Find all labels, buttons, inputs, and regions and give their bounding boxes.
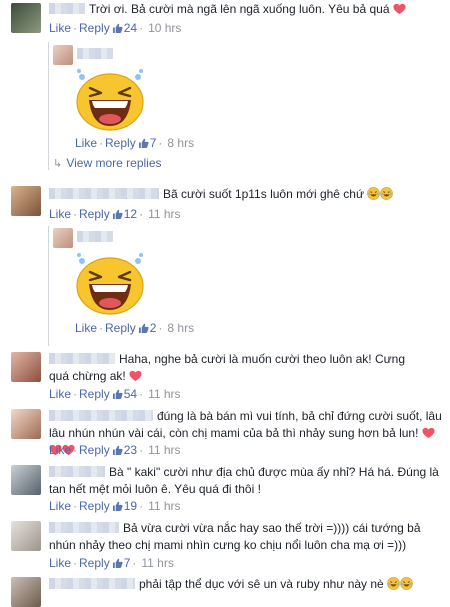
like-link[interactable]: Like xyxy=(49,387,71,401)
thumbs-up-icon xyxy=(112,501,123,511)
comment-text: Trời ơi. Bả cười mà ngã lên ngã xuống lu… xyxy=(89,2,390,16)
comment-text: Bã cười suốt 1p11s luôn mới ghê chứ xyxy=(163,187,365,201)
avatar[interactable] xyxy=(53,45,73,65)
comment-text: phải tập thể dục với sê un và ruby như n… xyxy=(139,577,384,591)
like-link[interactable]: Like xyxy=(49,21,71,35)
laughing-emoji-icon xyxy=(380,187,393,200)
like-link[interactable]: Like xyxy=(75,136,97,150)
commenter-name[interactable] xyxy=(77,48,113,59)
avatar[interactable] xyxy=(11,186,41,216)
timestamp[interactable]: 11 hrs xyxy=(148,443,180,457)
heart-emoji-icon xyxy=(393,3,406,15)
reply-link[interactable]: Reply xyxy=(79,21,110,35)
comment-actions: Like · Reply 54 · 11 hrs xyxy=(49,387,181,401)
avatar[interactable] xyxy=(11,409,41,439)
separator: · xyxy=(99,321,104,335)
separator: · xyxy=(73,207,78,221)
comment-actions: Like · Reply 24 · 10 hrs xyxy=(49,21,181,35)
separator: · xyxy=(158,136,163,150)
reply-link[interactable]: Reply xyxy=(79,387,110,401)
thumbs-up-icon xyxy=(138,323,149,333)
timestamp[interactable]: 8 hrs xyxy=(167,136,194,150)
separator: · xyxy=(73,443,78,457)
reply-thread-line xyxy=(48,226,49,346)
comment-actions: Like · Reply 7 · 11 hrs xyxy=(49,556,174,570)
separator: · xyxy=(139,443,144,457)
commenter-name[interactable] xyxy=(49,353,115,364)
like-count[interactable]: 23 xyxy=(124,443,137,457)
timestamp[interactable]: 11 hrs xyxy=(141,556,173,570)
avatar[interactable] xyxy=(11,3,41,33)
commenter-name[interactable] xyxy=(77,231,113,242)
like-count[interactable]: 12 xyxy=(124,207,137,221)
commenter-name[interactable] xyxy=(49,578,135,589)
commenter-name[interactable] xyxy=(49,410,153,421)
like-link[interactable]: Like xyxy=(75,321,97,335)
separator: · xyxy=(139,499,144,513)
comment-actions: Like · Reply 12 · 11 hrs xyxy=(49,207,181,221)
separator: · xyxy=(73,556,78,570)
reply-link[interactable]: Reply xyxy=(105,321,136,335)
thumbs-up-icon xyxy=(112,558,123,568)
reply-thread-line xyxy=(48,42,49,170)
laughing-emoji-icon xyxy=(367,187,380,200)
thumbs-up-icon xyxy=(112,209,123,219)
like-count[interactable]: 24 xyxy=(124,21,137,35)
like-link[interactable]: Like xyxy=(49,499,71,513)
avatar[interactable] xyxy=(11,577,41,607)
timestamp[interactable]: 11 hrs xyxy=(148,207,180,221)
reply-link[interactable]: Reply xyxy=(79,207,110,221)
thumbs-up-icon xyxy=(138,138,149,148)
thumbs-up-icon xyxy=(112,23,123,33)
laughing-emoji-icon xyxy=(400,577,413,590)
like-link[interactable]: Like xyxy=(49,556,71,570)
reply-link[interactable]: Reply xyxy=(105,136,136,150)
comment-text: Bà " kaki" cười như địa chủ được mùa ấy … xyxy=(49,465,439,496)
separator: · xyxy=(73,21,78,35)
separator: · xyxy=(99,136,104,150)
timestamp[interactable]: 10 hrs xyxy=(148,21,181,35)
separator: · xyxy=(139,21,144,35)
separator: · xyxy=(73,387,78,401)
comment-actions: Like · Reply 19 · 11 hrs xyxy=(49,499,181,513)
separator: · xyxy=(139,387,144,401)
commenter-name[interactable] xyxy=(49,466,105,477)
heart-emoji-icon xyxy=(129,370,142,382)
avatar[interactable] xyxy=(11,465,41,495)
timestamp[interactable]: 11 hrs xyxy=(148,387,180,401)
separator: · xyxy=(139,207,144,221)
avatar[interactable] xyxy=(11,352,41,382)
timestamp[interactable]: 11 hrs xyxy=(148,499,180,513)
comment-actions: Like · Reply 2 · 8 hrs xyxy=(75,321,194,335)
reply-link[interactable]: Reply xyxy=(79,556,110,570)
like-count[interactable]: 54 xyxy=(124,387,137,401)
thumbs-up-icon xyxy=(112,389,123,399)
like-count[interactable]: 19 xyxy=(124,499,137,513)
reply-link[interactable]: Reply xyxy=(79,499,110,513)
comment-actions: Like · Reply 23 · 11 hrs xyxy=(49,443,181,457)
separator: · xyxy=(132,556,137,570)
like-link[interactable]: Like xyxy=(49,207,71,221)
thumbs-up-icon xyxy=(112,445,123,455)
view-more-replies-label: View more replies xyxy=(66,156,162,170)
laughing-emoji-icon xyxy=(387,577,400,590)
commenter-name[interactable] xyxy=(49,522,119,533)
avatar[interactable] xyxy=(53,228,73,248)
separator: · xyxy=(73,499,78,513)
like-link[interactable]: Like xyxy=(49,443,71,457)
laughing-sticker xyxy=(70,64,150,134)
commenter-name[interactable] xyxy=(49,188,159,199)
timestamp[interactable]: 8 hrs xyxy=(167,321,194,335)
avatar[interactable] xyxy=(11,521,41,551)
comment-actions: Like · Reply 7 · 8 hrs xyxy=(75,136,194,150)
laughing-sticker xyxy=(70,248,150,318)
heart-emoji-icon xyxy=(422,427,435,439)
separator: · xyxy=(158,321,163,335)
reply-link[interactable]: Reply xyxy=(79,443,110,457)
view-more-replies-link[interactable]: ↳ View more replies xyxy=(53,156,162,170)
reply-arrow-icon: ↳ xyxy=(53,158,63,170)
commenter-name[interactable] xyxy=(49,3,85,14)
